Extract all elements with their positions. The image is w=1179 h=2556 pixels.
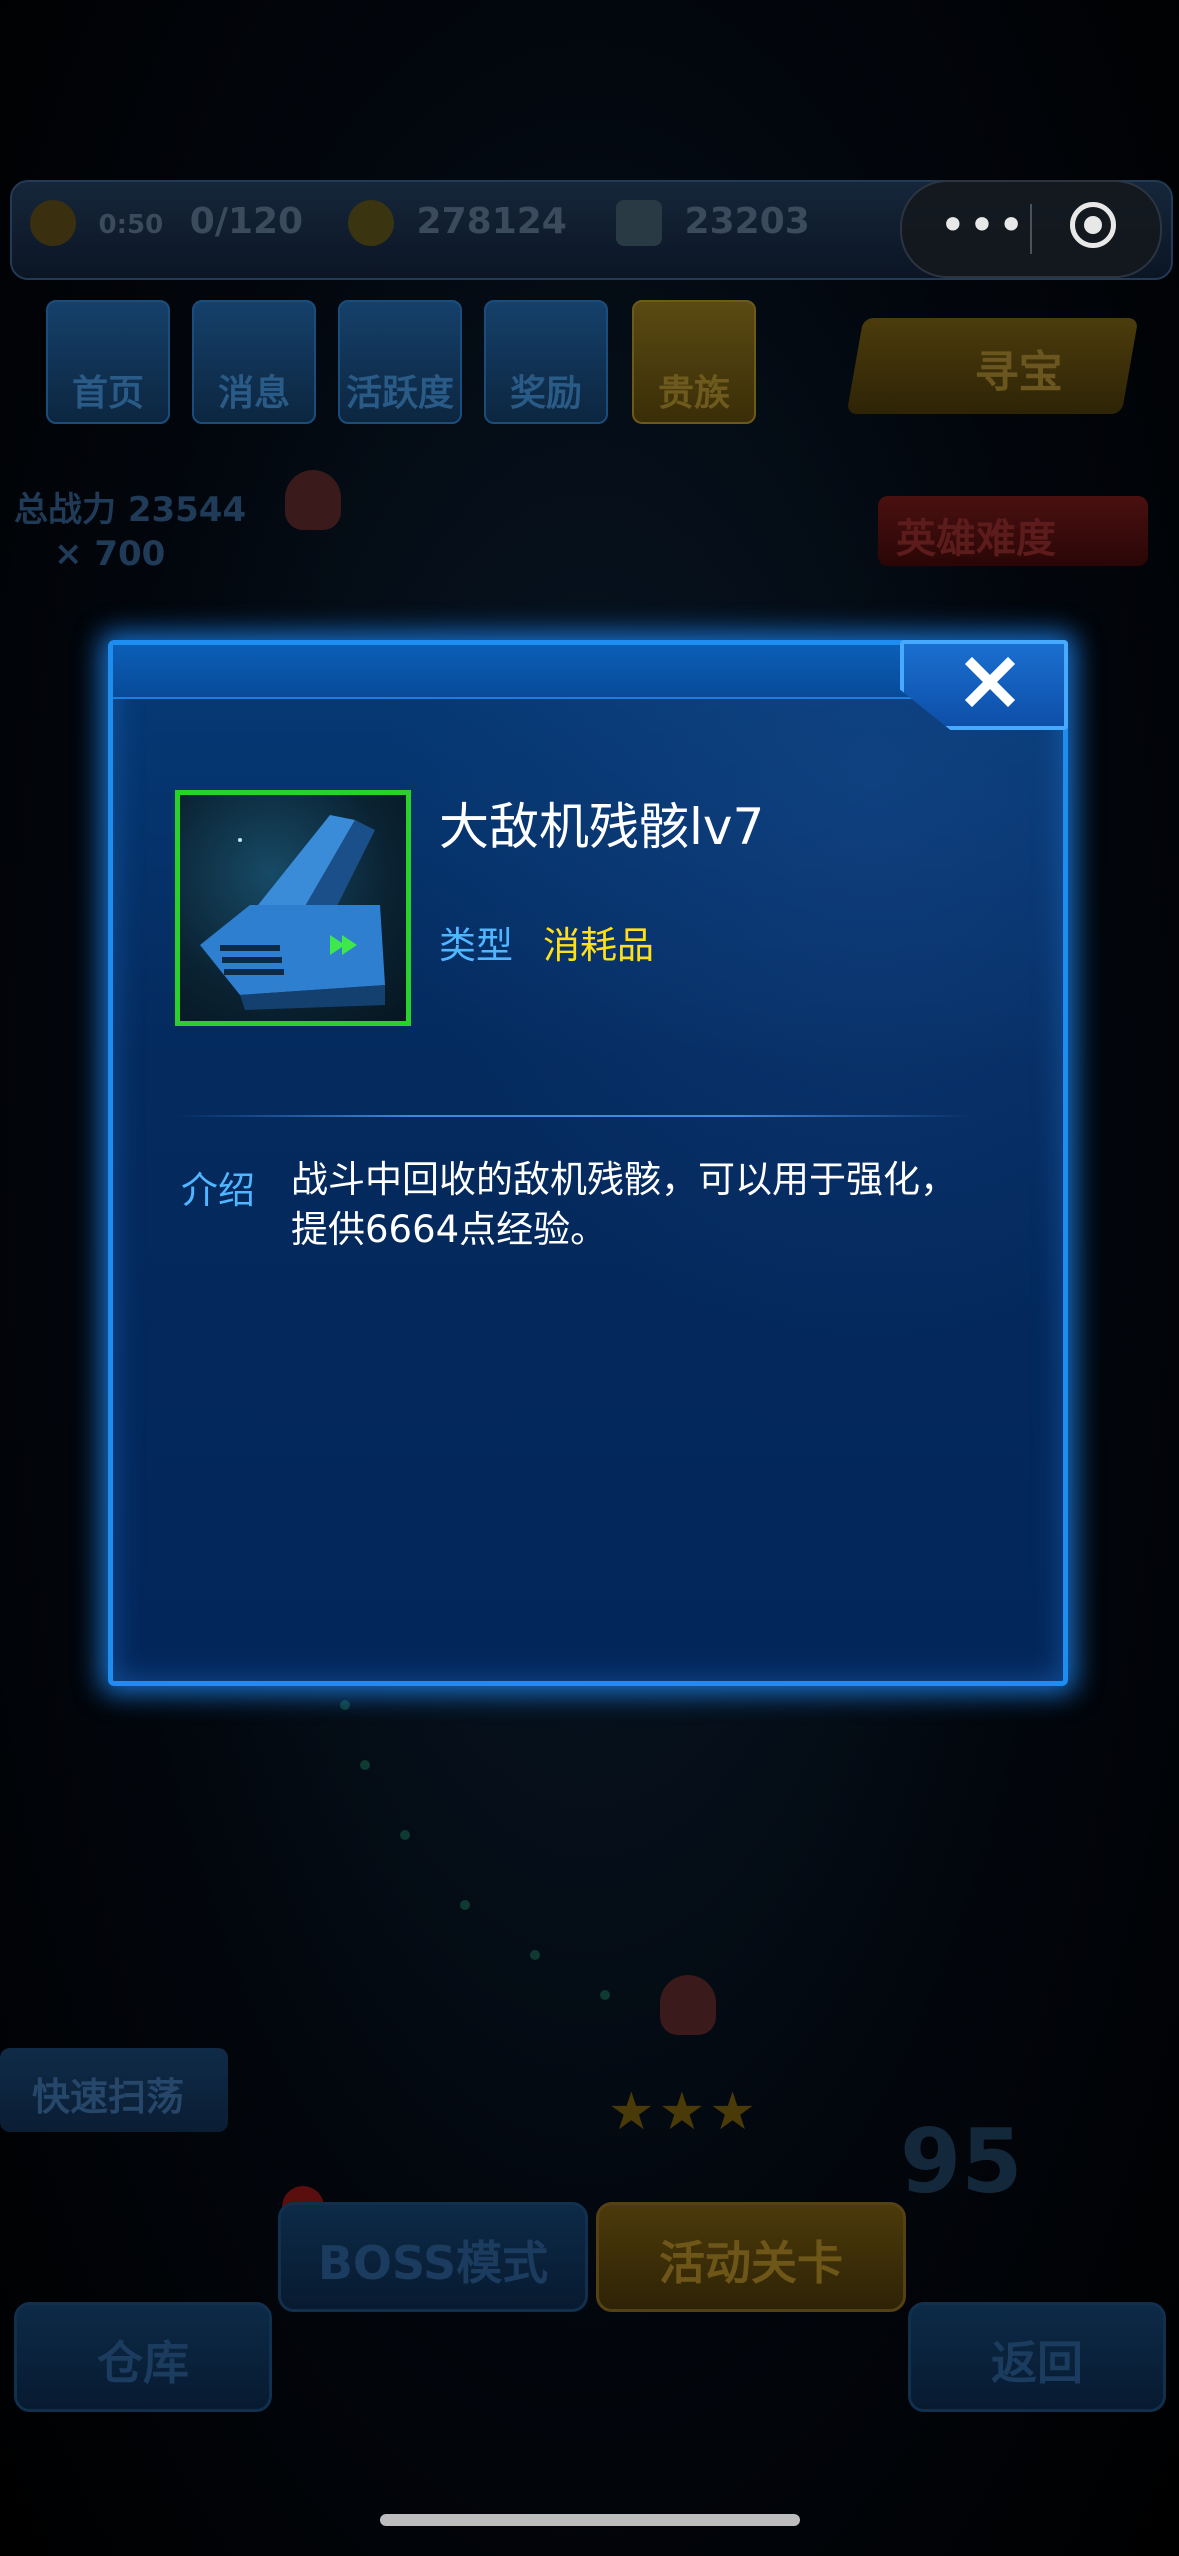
item-detail-modal: 大敌机残骸lv7 类型 消耗品 介绍 战斗中回收的敌机残骸，可以用于强化，提供6… — [108, 640, 1068, 1686]
nav-rewards-button[interactable]: 奖励 — [484, 300, 608, 424]
back-label: 返回 — [991, 2336, 1083, 2390]
key-count: × 700 — [54, 534, 166, 574]
close-icon — [964, 656, 1016, 708]
wreckage-icon — [200, 815, 385, 1010]
type-label: 类型 — [439, 924, 513, 967]
nav-rewards-label: 奖励 — [509, 373, 582, 414]
energy-count: 0/120 — [189, 201, 304, 242]
more-icon[interactable]: ••• — [938, 182, 1028, 276]
quick-sweep-button[interactable]: 快速扫荡 — [0, 2048, 228, 2132]
lightning-icon — [30, 200, 76, 246]
stage-number: 95 — [900, 2110, 1023, 2213]
diamond-icon — [616, 200, 662, 246]
miniprogram-capsule: ••• — [900, 180, 1162, 278]
gold-resource: 278124 — [348, 200, 567, 254]
intro-text: 战斗中回收的敌机残骸，可以用于强化，提供6664点经验。 — [291, 1158, 957, 1251]
nav-activity-label: 活跃度 — [345, 373, 454, 414]
path-dot — [460, 1900, 470, 1910]
diamond-resource: 23203 — [616, 200, 810, 254]
type-value: 消耗品 — [543, 924, 654, 967]
treasure-label: 寻宝 — [974, 347, 1063, 398]
game-screen: 0:50 0/120 278124 23203 ••• 首页 消息 活跃度 奖励… — [0, 0, 1179, 2556]
home-indicator — [380, 2514, 800, 2526]
event-stage-label: 活动关卡 — [659, 2236, 843, 2290]
back-button[interactable]: 返回 — [908, 2302, 1166, 2412]
nav-noble-label: 贵族 — [657, 373, 730, 414]
close-button[interactable] — [900, 640, 1068, 730]
capsule-divider — [1030, 204, 1032, 254]
close-miniprogram-icon[interactable] — [1070, 202, 1116, 248]
intro-label: 介绍 — [181, 1169, 255, 1212]
nav-messages-label: 消息 — [217, 373, 290, 414]
path-dot — [530, 1950, 540, 1960]
stage-skull-icon[interactable] — [660, 1975, 716, 2035]
modal-divider — [175, 1115, 973, 1117]
item-icon-frame — [175, 790, 411, 1026]
event-stage-button[interactable]: 活动关卡 — [596, 2202, 906, 2312]
treasure-button[interactable]: 寻宝 — [846, 318, 1139, 414]
path-dot — [360, 1760, 370, 1770]
nav-home-label: 首页 — [71, 373, 144, 414]
stage-stars: ★★★ — [608, 2082, 760, 2142]
item-name: 大敌机残骸lv7 — [439, 798, 765, 856]
power-stats: 总战力 23544 × 700 — [14, 488, 246, 576]
energy-timer: 0:50 — [98, 210, 164, 240]
coin-icon — [348, 200, 394, 246]
quick-sweep-label: 快速扫荡 — [32, 2075, 185, 2119]
warehouse-label: 仓库 — [97, 2336, 189, 2390]
energy-resource: 0:50 0/120 — [30, 200, 303, 254]
diamond-count: 23203 — [684, 201, 810, 242]
hero-difficulty-label: 英雄难度 — [896, 516, 1056, 562]
gold-count: 278124 — [416, 201, 567, 242]
nav-home-button[interactable]: 首页 — [46, 300, 170, 424]
total-power: 总战力 23544 — [14, 490, 247, 530]
hero-difficulty-badge[interactable]: 英雄难度 — [878, 496, 1148, 566]
warehouse-button[interactable]: 仓库 — [14, 2302, 272, 2412]
path-dot — [400, 1830, 410, 1840]
nav-activity-button[interactable]: 活跃度 — [338, 300, 462, 424]
path-dot — [600, 1990, 610, 2000]
path-dot — [340, 1700, 350, 1710]
boss-mode-button[interactable]: BOSS模式 — [278, 2202, 588, 2312]
nav-messages-button[interactable]: 消息 — [192, 300, 316, 424]
boss-mode-label: BOSS模式 — [317, 2236, 549, 2290]
boss-skull-icon — [285, 470, 341, 530]
nav-noble-button[interactable]: 贵族 — [632, 300, 756, 424]
